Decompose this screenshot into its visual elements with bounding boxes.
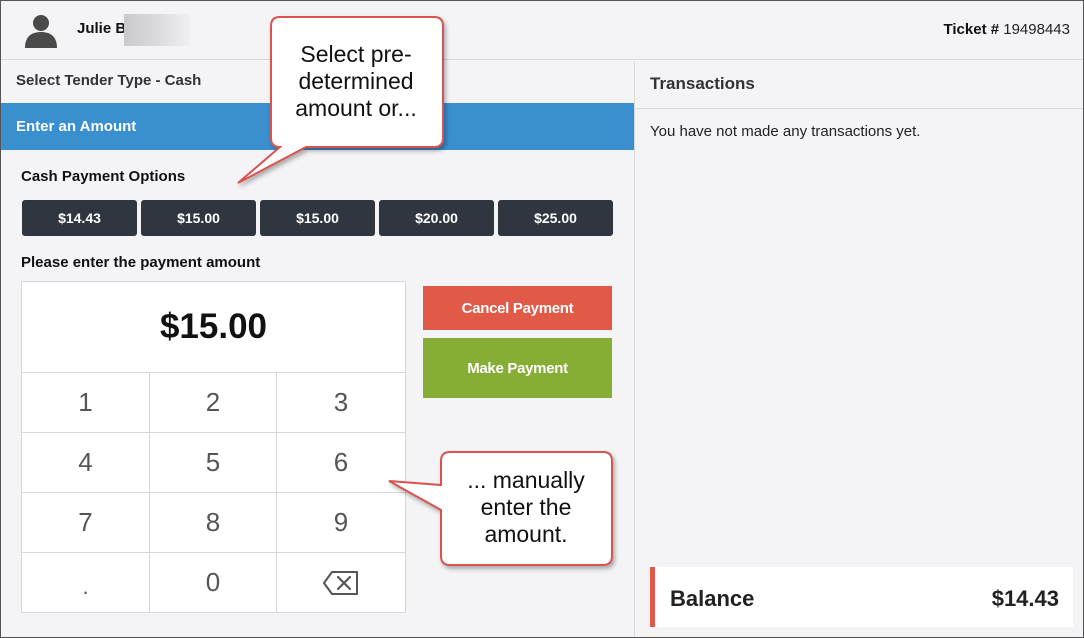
callout-top-line: amount or... xyxy=(295,95,417,121)
backspace-icon xyxy=(323,570,358,595)
cash-options-label: Cash Payment Options xyxy=(21,168,186,185)
keypad: $15.00 1 2 3 4 5 6 7 8 9 . 0 xyxy=(21,281,406,613)
key-8[interactable]: 8 xyxy=(150,493,277,553)
callout-top-line: determined xyxy=(298,68,414,94)
keypad-keys: 1 2 3 4 5 6 7 8 9 . 0 xyxy=(22,373,405,612)
user-avatar-icon xyxy=(25,15,57,48)
cash-option-button[interactable]: $14.43 xyxy=(22,200,137,236)
key-5[interactable]: 5 xyxy=(150,433,277,493)
key-9[interactable]: 9 xyxy=(277,493,405,553)
key-0[interactable]: 0 xyxy=(150,553,277,612)
transactions-panel: Transactions You have not made any trans… xyxy=(634,61,1084,638)
key-7[interactable]: 7 xyxy=(22,493,150,553)
key-backspace[interactable] xyxy=(277,553,405,612)
amount-display: $15.00 xyxy=(22,282,405,373)
callout-bottom-line: amount. xyxy=(484,521,568,547)
cash-option-button[interactable]: $25.00 xyxy=(498,200,613,236)
payment-panel: Select Tender Type - Cash Enter an Amoun… xyxy=(0,61,634,638)
top-bar: Julie B Ticket # 19498443 xyxy=(0,0,1084,60)
enter-amount-label: Enter an Amount xyxy=(16,118,137,135)
key-decimal[interactable]: . xyxy=(22,553,150,612)
payment-amount-label: Please enter the payment amount xyxy=(21,254,261,271)
key-6[interactable]: 6 xyxy=(277,433,405,493)
key-1[interactable]: 1 xyxy=(22,373,150,433)
cash-options-row: $14.43 $15.00 $15.00 $20.00 $25.00 xyxy=(22,200,613,236)
balance-card: Balance $14.43 xyxy=(650,567,1073,627)
key-3[interactable]: 3 xyxy=(277,373,405,433)
balance-value: $14.43 xyxy=(991,586,1059,611)
redacted-name xyxy=(124,14,190,46)
transactions-empty-message: You have not made any transactions yet. xyxy=(650,123,921,140)
cash-option-button[interactable]: $20.00 xyxy=(379,200,494,236)
callout-bottom-text: ... manually enter the amount. xyxy=(446,467,606,548)
callout-top-text: Select pre- determined amount or... xyxy=(275,41,437,122)
key-2[interactable]: 2 xyxy=(150,373,277,433)
ticket-label: Ticket # xyxy=(943,21,1000,38)
ticket-value: 19498443 xyxy=(1003,21,1070,38)
callout-top-line: Select pre- xyxy=(300,41,412,67)
user-name: Julie B xyxy=(77,20,127,37)
key-4[interactable]: 4 xyxy=(22,433,150,493)
transactions-title: Transactions xyxy=(650,74,755,93)
callout-bottom-line: enter the xyxy=(480,494,572,520)
balance-label: Balance xyxy=(670,586,755,611)
transactions-divider xyxy=(635,108,1084,109)
cash-option-button[interactable]: $15.00 xyxy=(260,200,375,236)
cancel-payment-button[interactable]: Cancel Payment xyxy=(423,286,612,330)
ticket-number: Ticket # 19498443 xyxy=(943,21,1070,38)
cash-option-button[interactable]: $15.00 xyxy=(141,200,256,236)
callout-bottom-line: ... manually xyxy=(467,467,585,493)
make-payment-button[interactable]: Make Payment xyxy=(423,338,612,398)
tender-type-title: Select Tender Type - Cash xyxy=(16,72,202,89)
